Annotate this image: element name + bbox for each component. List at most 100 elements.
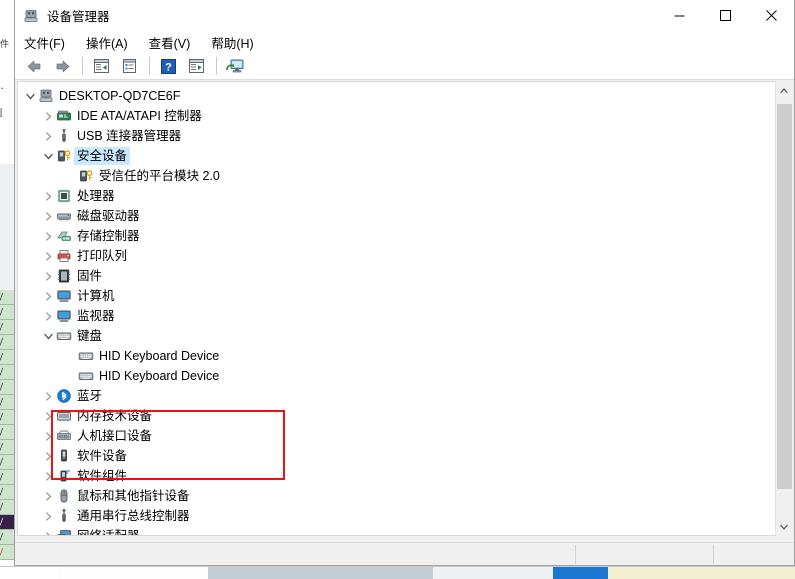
svg-text:?: ?	[165, 61, 172, 73]
tree-item-label: 人机接口设备	[77, 429, 153, 443]
tree-item-label: 网络适配器	[77, 529, 140, 536]
minimize-button[interactable]	[656, 0, 702, 31]
tree-item[interactable]: 监视器	[18, 306, 775, 326]
tree-item[interactable]: 受信任的平台模块 2.0	[18, 166, 775, 186]
background-cell: 件	[0, 38, 14, 58]
background-cell: ⁄	[0, 500, 14, 515]
disk-drive-icon	[56, 208, 72, 224]
scrollbar-thumb[interactable]	[777, 104, 792, 489]
tree-item[interactable]: 鼠标和其他指针设备	[18, 486, 775, 506]
tree-item[interactable]: 内存技术设备	[18, 406, 775, 426]
keyboard-icon	[78, 348, 94, 364]
chevron-down-icon[interactable]	[40, 326, 56, 346]
chevron-right-icon[interactable]	[40, 426, 56, 446]
toolbar-forward[interactable]	[49, 54, 75, 78]
tree-item-label: IDE ATA/ATAPI 控制器	[77, 109, 202, 123]
toolbar-properties[interactable]	[116, 54, 142, 78]
tree-item[interactable]: 软件组件	[18, 466, 775, 486]
menu-view[interactable]: 查看(V)	[149, 31, 200, 54]
close-button[interactable]	[748, 0, 794, 31]
security-device-icon	[56, 148, 72, 164]
toolbar-back[interactable]	[21, 54, 47, 78]
background-cell: ⁄	[0, 395, 14, 410]
chevron-right-icon[interactable]	[40, 386, 56, 406]
tree-item[interactable]: HID Keyboard Device	[18, 366, 775, 386]
chevron-right-icon[interactable]	[40, 206, 56, 226]
tree-item[interactable]: 计算机	[18, 286, 775, 306]
expander-placeholder	[62, 346, 78, 366]
background-cell: ⁄	[0, 320, 14, 335]
tree-item[interactable]: 蓝牙	[18, 386, 775, 406]
menu-item-label: 帮助(H)	[211, 36, 254, 51]
storage-controller-icon	[56, 228, 72, 244]
tree-item[interactable]: 通用串行总线控制器	[18, 506, 775, 526]
device-manager-icon	[23, 8, 39, 24]
chevron-right-icon[interactable]	[40, 246, 56, 266]
background-cell: ⁄	[0, 380, 14, 395]
menu-file[interactable]: 文件(F)	[24, 31, 74, 54]
maximize-button[interactable]	[702, 0, 748, 31]
background-cell	[0, 134, 14, 164]
tree-item[interactable]: 人机接口设备	[18, 426, 775, 446]
chevron-right-icon[interactable]	[40, 306, 56, 326]
menu-action[interactable]: 操作(A)	[86, 31, 137, 54]
keyboard-icon	[56, 328, 72, 344]
scroll-up-arrow-icon[interactable]	[776, 82, 792, 99]
chevron-right-icon[interactable]	[40, 106, 56, 126]
firmware-icon	[56, 268, 72, 284]
vertical-scrollbar[interactable]	[775, 82, 792, 535]
chevron-right-icon[interactable]	[40, 466, 56, 486]
computer-root-icon	[38, 88, 54, 104]
tree-item[interactable]: USB 连接器管理器	[18, 126, 775, 146]
chevron-right-icon[interactable]	[40, 226, 56, 246]
chevron-right-icon[interactable]	[40, 506, 56, 526]
chevron-right-icon[interactable]	[40, 446, 56, 466]
menu-help[interactable]: 帮助(H)	[211, 31, 262, 54]
toolbar-help[interactable]: ?	[155, 54, 181, 78]
tree-item[interactable]: HID Keyboard Device	[18, 346, 775, 366]
tree-item[interactable]: 存储控制器	[18, 226, 775, 246]
tree-item-label: 键盘	[77, 329, 103, 343]
tree-item[interactable]: 处理器	[18, 186, 775, 206]
background-cell	[0, 192, 14, 222]
window-title: 设备管理器	[47, 10, 110, 24]
tree-item[interactable]: 网络适配器	[18, 526, 775, 536]
tree-item[interactable]: 固件	[18, 266, 775, 286]
background-cell: ⁄	[0, 470, 14, 485]
scroll-down-arrow-icon[interactable]	[776, 518, 792, 535]
chevron-right-icon[interactable]	[40, 286, 56, 306]
tree-item[interactable]: 安全设备	[18, 146, 775, 166]
tree-item[interactable]: IDE ATA/ATAPI 控制器	[18, 106, 775, 126]
chevron-down-icon[interactable]	[22, 86, 38, 106]
software-device-icon	[56, 448, 72, 464]
tree-item-label: 安全设备	[74, 147, 131, 165]
chevron-right-icon[interactable]	[40, 406, 56, 426]
background-spreadsheet-strip: 件．[⁄ ⁄ ⁄ ⁄ ⁄ ⁄ ⁄ ⁄ ⁄ ⁄ ⁄ ⁄ ⁄ ⁄ ⁄ ⁄ ⁄ ⁄	[0, 0, 14, 566]
screen: 件．[⁄ ⁄ ⁄ ⁄ ⁄ ⁄ ⁄ ⁄ ⁄ ⁄ ⁄ ⁄ ⁄ ⁄ ⁄ ⁄ ⁄ ⁄ 设备管理器	[0, 0, 795, 579]
background-cell: ⁄	[0, 425, 14, 440]
toolbar-update-driver[interactable]	[183, 54, 209, 78]
chevron-right-icon[interactable]	[40, 266, 56, 286]
background-cell: ⁄	[0, 290, 14, 305]
chevron-right-icon[interactable]	[40, 126, 56, 146]
toolbar-scan-for-hardware-changes[interactable]	[222, 54, 248, 78]
chevron-down-icon[interactable]	[40, 146, 56, 166]
title-bar: 设备管理器	[15, 0, 794, 31]
chevron-right-icon[interactable]	[40, 526, 56, 535]
tree-item-label: 鼠标和其他指针设备	[77, 489, 190, 503]
tree-root-item[interactable]: DESKTOP-QD7CE6F	[18, 86, 775, 106]
taskbar-seg	[708, 567, 795, 579]
taskbar-seg	[553, 567, 608, 579]
toolbar-separator	[216, 57, 217, 75]
chevron-right-icon[interactable]	[40, 186, 56, 206]
device-tree-pane[interactable]: DESKTOP-QD7CE6F IDE ATA/ATAPI 控制器 USB 连接器管…	[17, 81, 776, 536]
tree-item[interactable]: 磁盘驱动器	[18, 206, 775, 226]
printer-icon	[56, 248, 72, 264]
device-manager-window: 设备管理器 文件(F) 操作(A) 查看(V) 帮助(H) ? DESKTOP-…	[14, 0, 795, 566]
tree-item[interactable]: 软件设备	[18, 446, 775, 466]
toolbar-show-hide-console-tree[interactable]	[88, 54, 114, 78]
tree-item[interactable]: 打印队列	[18, 246, 775, 266]
chevron-right-icon[interactable]	[40, 486, 56, 506]
tree-item[interactable]: 键盘	[18, 326, 775, 346]
tree-item-label: 固件	[77, 269, 103, 283]
